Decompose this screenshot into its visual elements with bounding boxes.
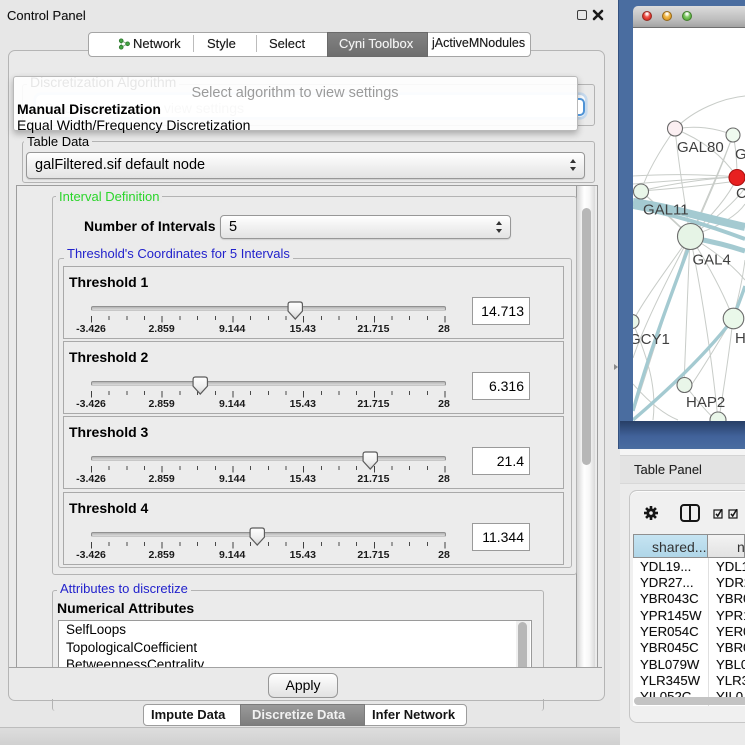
- svg-text:GAL11: GAL11: [643, 202, 689, 219]
- svg-text:CY: CY: [736, 185, 745, 202]
- svg-text:HAP2: HAP2: [686, 394, 725, 411]
- svg-text:GAL4: GAL4: [693, 252, 731, 269]
- svg-text:GA: GA: [735, 146, 745, 163]
- svg-text:GAL80: GAL80: [677, 139, 724, 156]
- svg-text:HA: HA: [735, 330, 745, 347]
- svg-text:GCY1: GCY1: [633, 331, 670, 348]
